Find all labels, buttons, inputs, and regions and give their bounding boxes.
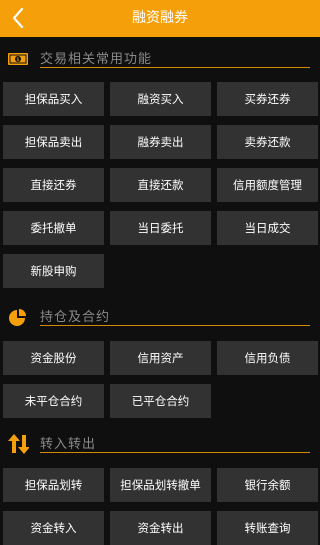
collateral-sell-button[interactable]: 担保品卖出 — [3, 125, 104, 159]
direct-return-stock-button[interactable]: 直接还券 — [3, 168, 104, 202]
bank-balance-button[interactable]: 银行余额 — [217, 468, 318, 502]
section-title: 交易相关常用功能 — [40, 52, 153, 67]
section-divider — [40, 452, 310, 453]
page-title: 融资融券 — [132, 10, 188, 26]
money-bill-icon: $ — [8, 53, 28, 65]
short-sell-button[interactable]: 融券卖出 — [110, 125, 211, 159]
funds-in-button[interactable]: 资金转入 — [3, 511, 104, 545]
credit-liabilities-button[interactable]: 信用负债 — [217, 341, 318, 375]
credit-assets-button[interactable]: 信用资产 — [110, 341, 211, 375]
today-trades-button[interactable]: 当日成交 — [217, 211, 318, 245]
today-orders-button[interactable]: 当日委托 — [110, 211, 211, 245]
section-title: 持仓及合约 — [40, 310, 111, 325]
margin-buy-button[interactable]: 融资买入 — [110, 82, 211, 116]
collateral-buy-button[interactable]: 担保品买入 — [3, 82, 104, 116]
funds-shares-button[interactable]: 资金股份 — [3, 341, 104, 375]
credit-limit-button[interactable]: 信用额度管理 — [217, 168, 318, 202]
sell-to-repay-cash-button[interactable]: 卖券还款 — [217, 125, 318, 159]
section-transfer: 转入转出 担保品划转 担保品划转撤单 银行余额 资金转入 资金转出 转账查询 — [0, 424, 320, 545]
collateral-transfer-button[interactable]: 担保品划转 — [3, 468, 104, 502]
buy-to-repay-stock-button[interactable]: 买券还券 — [217, 82, 318, 116]
section-header: $ 交易相关常用功能 — [0, 40, 320, 76]
transfer-arrows-icon — [8, 434, 29, 454]
collateral-transfer-cancel-button[interactable]: 担保品划转撤单 — [110, 468, 211, 502]
transfer-query-button[interactable]: 转账查询 — [217, 511, 318, 545]
pie-chart-icon — [9, 309, 26, 326]
section-divider — [40, 325, 310, 326]
open-contracts-button[interactable]: 未平仓合约 — [3, 384, 104, 418]
section-trading: $ 交易相关常用功能 担保品买入 融资买入 买券还券 担保品卖出 融券卖出 卖券… — [0, 40, 320, 288]
direct-repay-cash-button[interactable]: 直接还款 — [110, 168, 211, 202]
cancel-order-button[interactable]: 委托撤单 — [3, 211, 104, 245]
svg-text:$: $ — [16, 57, 19, 63]
closed-contracts-button[interactable]: 已平仓合约 — [110, 384, 211, 418]
chevron-left-icon — [12, 7, 24, 29]
ipo-subscribe-button[interactable]: 新股申购 — [3, 254, 104, 288]
back-button[interactable] — [6, 5, 32, 31]
funds-out-button[interactable]: 资金转出 — [110, 511, 211, 545]
title-bar: 融资融券 — [0, 0, 320, 37]
section-divider — [40, 67, 310, 68]
section-header: 持仓及合约 — [0, 297, 320, 333]
section-positions: 持仓及合约 资金股份 信用资产 信用负债 未平仓合约 已平仓合约 — [0, 297, 320, 418]
section-title: 转入转出 — [40, 437, 97, 452]
section-header: 转入转出 — [0, 424, 320, 460]
